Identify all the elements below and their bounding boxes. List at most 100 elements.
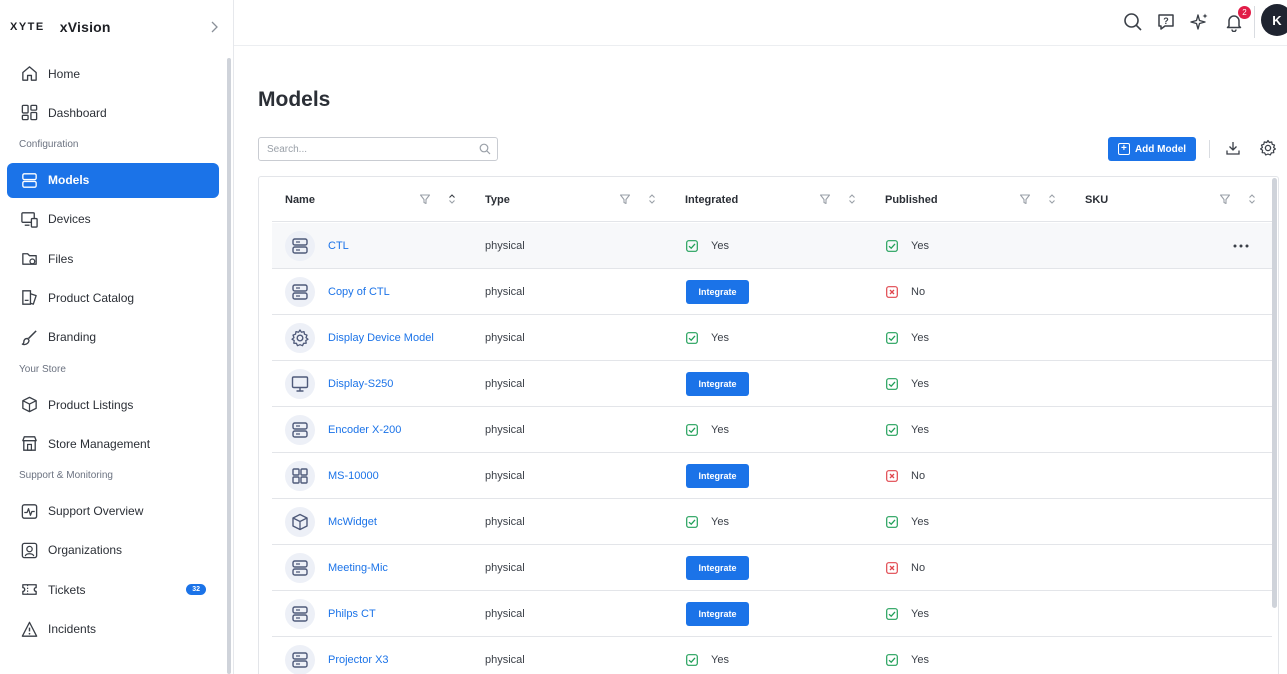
check-icon <box>886 239 898 252</box>
table-row[interactable]: McWidget physical Yes Yes <box>272 499 1272 545</box>
table-row[interactable]: Copy of CTL physical Integrate No <box>272 269 1272 315</box>
model-name-link[interactable]: Display Device Model <box>328 315 434 360</box>
sidebar-item-devices[interactable]: Devices <box>7 202 219 237</box>
sidebar-item-label: Home <box>48 66 81 81</box>
dashboard-icon <box>19 103 39 123</box>
sidebar-item-tickets[interactable]: Tickets 32 <box>7 572 219 607</box>
search-icon[interactable] <box>1122 11 1144 33</box>
status-cell: Yes <box>886 315 929 360</box>
sidebar: XYTE xVision Home Dashboard Configuration M… <box>0 0 234 674</box>
add-model-button[interactable]: + Add Model <box>1108 137 1196 161</box>
table-row[interactable]: Display Device Model physical Yes Yes <box>272 315 1272 361</box>
page-title: Models <box>258 88 331 111</box>
check-icon <box>686 331 698 344</box>
model-name-link[interactable]: Display-S250 <box>328 361 393 406</box>
help-icon[interactable]: ? <box>1155 11 1177 33</box>
table-row[interactable]: Projector X3 physical Yes Yes <box>272 637 1272 674</box>
column-header-name[interactable]: Name <box>285 177 315 222</box>
filter-icon[interactable] <box>618 192 632 206</box>
table-row[interactable]: Philps CT physical Integrate Yes <box>272 591 1272 637</box>
integrate-button[interactable]: Integrate <box>686 464 749 488</box>
model-name-link[interactable]: MS-10000 <box>328 453 379 498</box>
status-text: Yes <box>711 423 729 436</box>
status-cell: No <box>886 545 925 590</box>
integrate-button[interactable]: Integrate <box>686 602 749 626</box>
model-name-link[interactable]: McWidget <box>328 499 377 544</box>
sidebar-item-organizations[interactable]: Organizations <box>7 533 219 568</box>
sort-icon[interactable] <box>845 192 859 206</box>
model-name-link[interactable]: Encoder X-200 <box>328 407 401 452</box>
sidebar-item-label: Product Listings <box>48 397 134 412</box>
model-name-link[interactable]: Copy of CTL <box>328 269 390 314</box>
sidebar-item-product-listings[interactable]: Product Listings <box>7 387 219 422</box>
check-icon <box>886 653 898 666</box>
status-cell: Yes <box>686 499 729 544</box>
store-icon <box>19 434 39 454</box>
sidebar-item-incidents[interactable]: Incidents <box>7 612 219 647</box>
model-type: physical <box>485 607 525 620</box>
table-row[interactable]: MS-10000 physical Integrate No <box>272 453 1272 499</box>
integrate-button[interactable]: Integrate <box>686 280 749 304</box>
table-scrollbar[interactable] <box>1272 178 1277 608</box>
user-avatar[interactable]: K <box>1261 4 1287 36</box>
model-type: physical <box>485 515 525 528</box>
model-type: physical <box>485 561 525 574</box>
sidebar-item-store-management[interactable]: Store Management <box>7 426 219 461</box>
model-name-link[interactable]: CTL <box>328 223 349 268</box>
sidebar-item-dashboard[interactable]: Dashboard <box>7 95 219 130</box>
integrate-button[interactable]: Integrate <box>686 556 749 580</box>
sidebar-item-product-catalog[interactable]: Product Catalog <box>7 280 219 315</box>
server-icon <box>285 231 315 261</box>
server-icon <box>285 415 315 445</box>
table-row[interactable]: Display-S250 physical Integrate Yes <box>272 361 1272 407</box>
table-row[interactable]: CTL physical Yes Yes <box>272 223 1272 269</box>
sidebar-item-files[interactable]: Files <box>7 241 219 276</box>
sort-icon[interactable] <box>645 192 659 206</box>
model-name-link[interactable]: Philps CT <box>328 591 376 636</box>
integrate-button[interactable]: Integrate <box>686 372 749 396</box>
download-icon[interactable] <box>1224 139 1242 157</box>
settings-gear-icon[interactable] <box>1259 139 1277 157</box>
nav-section-heading: Your Store <box>19 363 66 375</box>
filter-icon[interactable] <box>818 192 832 206</box>
table-row[interactable]: Meeting-Mic physical Integrate No <box>272 545 1272 591</box>
monitor-icon <box>285 369 315 399</box>
organization-icon <box>19 540 39 560</box>
column-header-sku[interactable]: SKU <box>1085 177 1108 222</box>
sort-icon[interactable] <box>1045 192 1059 206</box>
sidebar-item-models[interactable]: Models <box>7 162 219 198</box>
sort-icon[interactable] <box>1245 192 1259 206</box>
column-header-type[interactable]: Type <box>485 177 510 222</box>
check-icon <box>686 239 698 252</box>
model-name-link[interactable]: Meeting-Mic <box>328 545 388 590</box>
filter-icon[interactable] <box>1018 192 1032 206</box>
brand-logo[interactable]: XYTE <box>10 21 45 33</box>
column-header-integrated[interactable]: Integrated <box>685 177 738 222</box>
chevron-right-icon[interactable] <box>207 20 221 34</box>
status-text: Yes <box>911 423 929 436</box>
search-input[interactable] <box>258 137 498 161</box>
check-icon <box>886 377 898 390</box>
model-type: physical <box>485 423 525 436</box>
status-cell: No <box>886 269 925 314</box>
sidebar-item-home[interactable]: Home <box>7 56 219 91</box>
sparkles-icon[interactable] <box>1189 11 1211 33</box>
sidebar-item-label: Support Overview <box>48 504 144 519</box>
bell-icon[interactable]: 2 <box>1223 6 1251 33</box>
check-icon <box>886 331 898 344</box>
sidebar-header: XYTE xVision <box>0 0 233 54</box>
sidebar-item-support-overview[interactable]: Support Overview <box>7 494 219 529</box>
sidebar-item-branding[interactable]: Branding <box>7 320 219 355</box>
sort-icon[interactable] <box>445 192 459 206</box>
sidebar-scrollbar[interactable] <box>227 58 231 674</box>
nav-section-heading: Support & Monitoring <box>19 470 113 482</box>
more-options-icon[interactable] <box>1232 239 1250 251</box>
x-icon <box>886 285 898 298</box>
filter-icon[interactable] <box>418 192 432 206</box>
status-text: Yes <box>911 607 929 620</box>
model-type: physical <box>485 239 525 252</box>
model-name-link[interactable]: Projector X3 <box>328 637 389 674</box>
filter-icon[interactable] <box>1218 192 1232 206</box>
table-row[interactable]: Encoder X-200 physical Yes Yes <box>272 407 1272 453</box>
column-header-published[interactable]: Published <box>885 177 938 222</box>
